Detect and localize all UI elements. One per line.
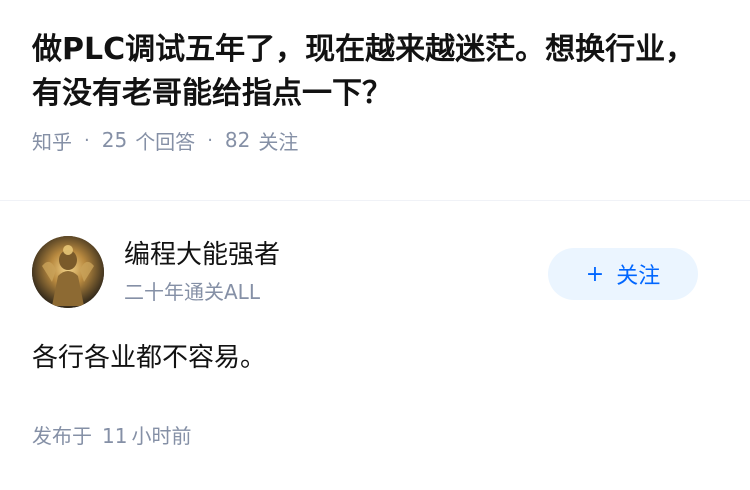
follow-button[interactable]: + 关注 (548, 248, 698, 300)
published-prefix: 发布于 (32, 424, 92, 448)
question-title[interactable]: 做PLC调试五年了，现在越来越迷茫。想换行业，有没有老哥能给指点一下？ (32, 28, 722, 116)
answer-author: 编程大能强者 二十年通关ALL + 关注 (32, 236, 718, 308)
question-meta: 知乎 · 25 个回答 · 82 关注 (32, 126, 722, 154)
author-name[interactable]: 编程大能强者 (124, 238, 280, 272)
plus-icon: + (585, 261, 605, 287)
published-suffix: 小时前 (131, 424, 192, 448)
answers-count: 25 (101, 128, 128, 152)
avatar[interactable] (32, 236, 104, 308)
followers-count: 82 (224, 128, 251, 152)
meta-separator: · (84, 129, 90, 151)
follow-label: 关注 (616, 264, 661, 289)
answers-label[interactable]: 个回答 (135, 126, 195, 155)
author-bio: 二十年通关ALL (124, 280, 260, 304)
question-header: 做PLC调试五年了，现在越来越迷茫。想换行业，有没有老哥能给指点一下？ 知乎 ·… (32, 28, 722, 154)
source-label[interactable]: 知乎 (32, 126, 72, 155)
followers-label[interactable]: 关注 (258, 126, 298, 155)
meta-separator: · (207, 129, 213, 151)
answer-content: 各行各业都不容易。 (32, 343, 267, 373)
avatar-image-icon (32, 236, 104, 308)
section-divider (0, 200, 750, 201)
answer-timestamp: 发布于 11 小时前 (32, 422, 191, 450)
published-number: 11 (102, 424, 128, 448)
